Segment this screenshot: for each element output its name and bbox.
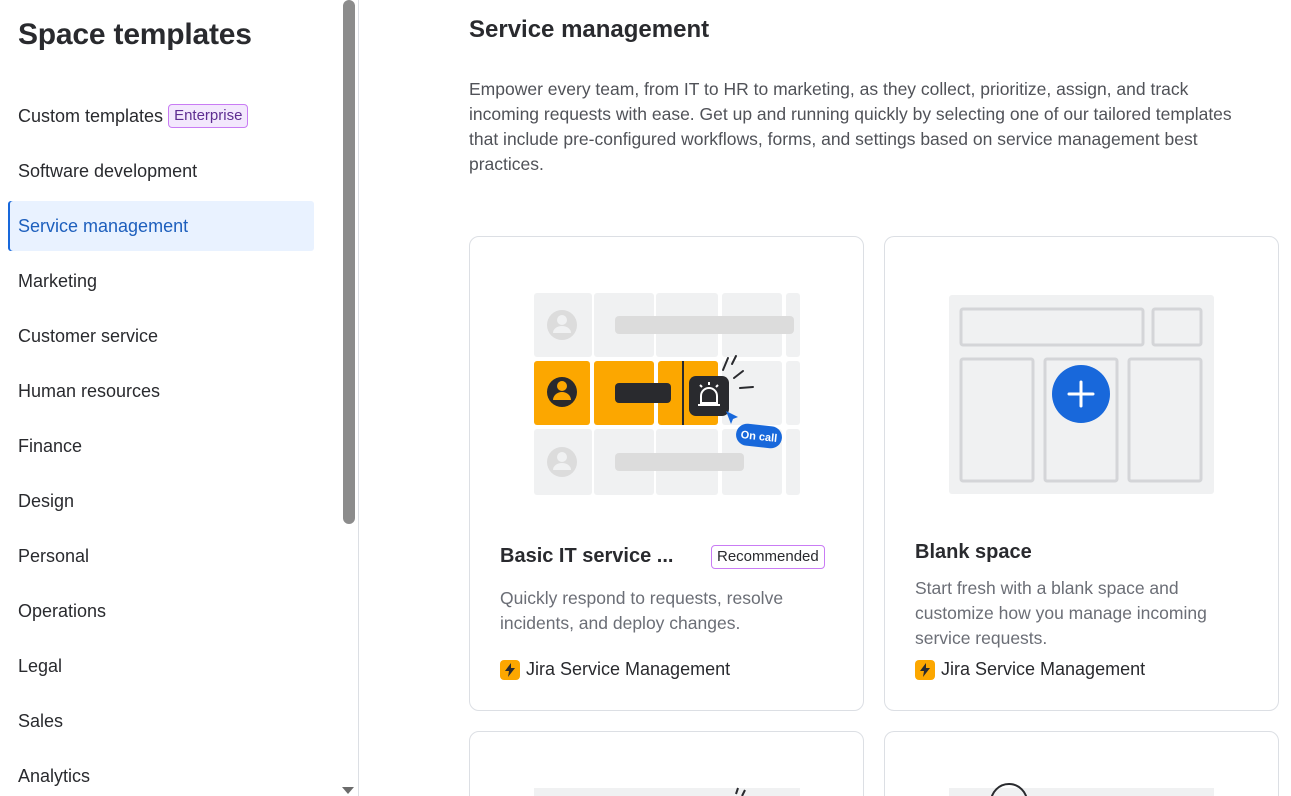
- card-illustration-partial: [534, 787, 800, 796]
- nav-item-label: Operations: [18, 600, 107, 621]
- scroll-down-arrow-icon[interactable]: [342, 787, 354, 794]
- sidebar: Space templates Custom templates Enterpr…: [0, 0, 340, 796]
- card-title: Basic IT service ...: [500, 545, 674, 567]
- product-name: Jira Service Management: [526, 659, 731, 679]
- scrollbar-thumb[interactable]: [343, 0, 355, 524]
- blank-space-illustration: [949, 295, 1214, 494]
- nav-item-label: Analytics: [18, 765, 91, 786]
- nav-item-label: Human resources: [18, 380, 161, 401]
- nav-item-design[interactable]: Design: [8, 476, 314, 526]
- nav-item-label: Personal: [18, 545, 90, 566]
- nav-item-marketing[interactable]: Marketing: [8, 256, 314, 306]
- card-title: Blank space: [915, 541, 1032, 563]
- nav-item-legal[interactable]: Legal: [8, 641, 314, 691]
- nav-item-analytics[interactable]: Analytics: [8, 751, 314, 796]
- template-card-blank-space[interactable]: Blank space Start fresh with a blank spa…: [884, 236, 1279, 711]
- template-card-partial[interactable]: [884, 731, 1279, 796]
- nav-item-label: Customer service: [18, 325, 159, 346]
- page-title: Service management: [469, 16, 710, 43]
- lightning-icon: [500, 659, 520, 680]
- page-description: Empower every team, from IT to HR to mar…: [469, 79, 1232, 174]
- nav-item-service-management[interactable]: Service management: [8, 201, 314, 251]
- nav-item-personal[interactable]: Personal: [8, 531, 314, 581]
- nav-item-operations[interactable]: Operations: [8, 586, 314, 636]
- nav-item-label: Service management: [18, 215, 189, 236]
- nav-item-finance[interactable]: Finance: [8, 421, 314, 471]
- nav-item-software-development[interactable]: Software development: [8, 146, 314, 196]
- nav-item-label: Software development: [18, 160, 198, 181]
- nav-item-label: Marketing: [18, 270, 98, 291]
- card-illustration-partial: [949, 783, 1214, 796]
- nav-item-custom-templates[interactable]: Custom templates Enterprise: [8, 91, 314, 141]
- lightning-icon: [915, 659, 935, 680]
- template-card-partial[interactable]: [469, 731, 864, 796]
- product-name: Jira Service Management: [941, 659, 1146, 679]
- nav-item-label: Legal: [18, 655, 63, 676]
- nav-item-label: Custom templates: [18, 105, 164, 126]
- enterprise-badge: Enterprise: [168, 104, 249, 128]
- template-card-basic-it-service[interactable]: On call Basic IT service ... Recommended…: [469, 236, 864, 711]
- nav-item-label: Finance: [18, 435, 83, 456]
- nav-item-label: Design: [18, 490, 75, 511]
- product-label: Jira Service Management: [500, 659, 730, 680]
- card-description: Quickly respond to requests, resolve inc…: [500, 588, 784, 633]
- product-label: Jira Service Management: [915, 659, 1145, 680]
- nav-item-human-resources[interactable]: Human resources: [8, 366, 314, 416]
- card-description: Start fresh with a blank space and custo…: [915, 578, 1207, 648]
- it-service-illustration: On call: [534, 293, 800, 495]
- sidebar-title: Space templates: [18, 18, 252, 51]
- nav-item-customer-service[interactable]: Customer service: [8, 311, 314, 361]
- nav-item-label: Sales: [18, 710, 64, 731]
- panel-divider: [358, 0, 359, 796]
- category-nav: Custom templates Enterprise Software dev…: [8, 91, 314, 796]
- nav-item-sales[interactable]: Sales: [8, 696, 314, 746]
- recommended-badge: Recommended: [711, 545, 825, 569]
